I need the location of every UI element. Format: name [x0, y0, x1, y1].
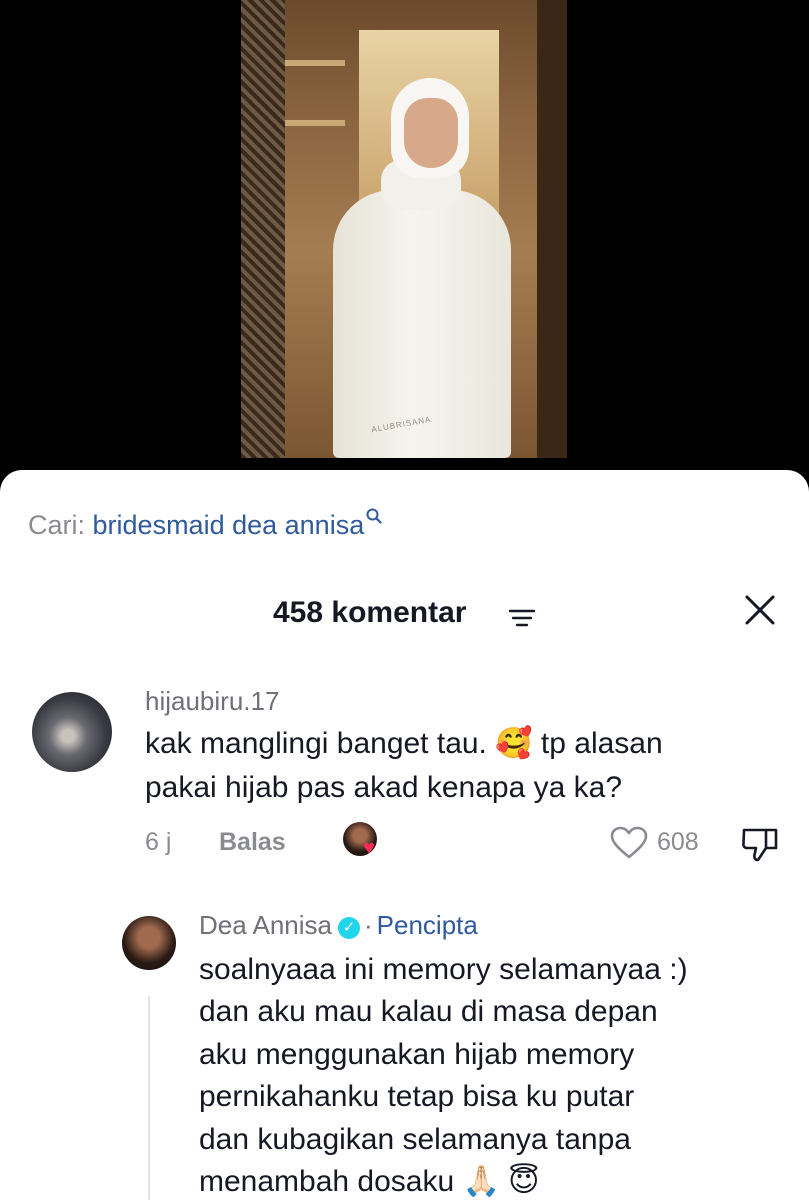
video-door-right: [537, 0, 567, 458]
dislike-icon[interactable]: [740, 826, 780, 869]
comments-header: 458 komentar: [0, 590, 809, 640]
video-shelf: [285, 60, 345, 66]
reply-text-line: pernikahanku tetap bisa ku putar: [199, 1080, 635, 1113]
search-query[interactable]: bridesmaid dea annisa: [93, 510, 365, 540]
comments-sheet: Cari: bridesmaid dea annisa 458 komentar…: [0, 470, 809, 1200]
reply-text-line: dan aku mau kalau di masa depan: [199, 995, 658, 1028]
comment-text-line: pakai hijab pas akad kenapa ya ka?: [145, 771, 623, 804]
separator: ·: [363, 910, 373, 940]
verified-icon: ✓: [337, 917, 360, 939]
search-prefix: Cari:: [28, 510, 86, 540]
avatar[interactable]: [122, 916, 176, 970]
video-shelf: [285, 120, 345, 126]
heart-outline-icon[interactable]: [610, 826, 648, 865]
reply-text-line: soalnyaaa ini memory selamanyaa :): [199, 953, 688, 986]
avatar[interactable]: [32, 692, 112, 772]
comment-count: 458 komentar: [273, 596, 467, 629]
search-suggestion[interactable]: Cari: bridesmaid dea annisa: [28, 508, 382, 541]
reply-username[interactable]: Dea Annisa: [199, 910, 332, 940]
video-player[interactable]: ALUBRISANA: [0, 0, 809, 470]
reply-text-line: aku menggunakan hijab memory: [199, 1038, 635, 1071]
creator-badge: Pencipta: [376, 910, 478, 940]
search-icon: [366, 508, 382, 524]
heart-icon: ♥: [363, 837, 375, 859]
video-thumbnail[interactable]: ALUBRISANA: [241, 0, 567, 458]
comment-text-line: kak manglingi banget tau. 🥰 tp alasan: [145, 727, 663, 760]
reply-text-line: menambah dosaku 🙏🏻 😇: [199, 1165, 540, 1198]
like-count: 608: [657, 828, 699, 856]
reply-text-line: dan kubagikan selamanya tanpa: [199, 1123, 631, 1156]
comment-time: 6 j: [145, 828, 172, 856]
reply-username-row: Dea Annisa ✓ · Pencipta: [199, 910, 478, 941]
close-icon[interactable]: [742, 592, 778, 628]
filter-icon[interactable]: [508, 608, 536, 628]
reply-button[interactable]: Balas: [219, 828, 286, 857]
creator-liked-indicator: ♥: [343, 822, 385, 862]
video-door-left: [241, 0, 285, 458]
comment-username[interactable]: hijaubiru.17: [145, 686, 279, 717]
reply-thread-line: [148, 996, 150, 1200]
video-face: [404, 98, 458, 168]
